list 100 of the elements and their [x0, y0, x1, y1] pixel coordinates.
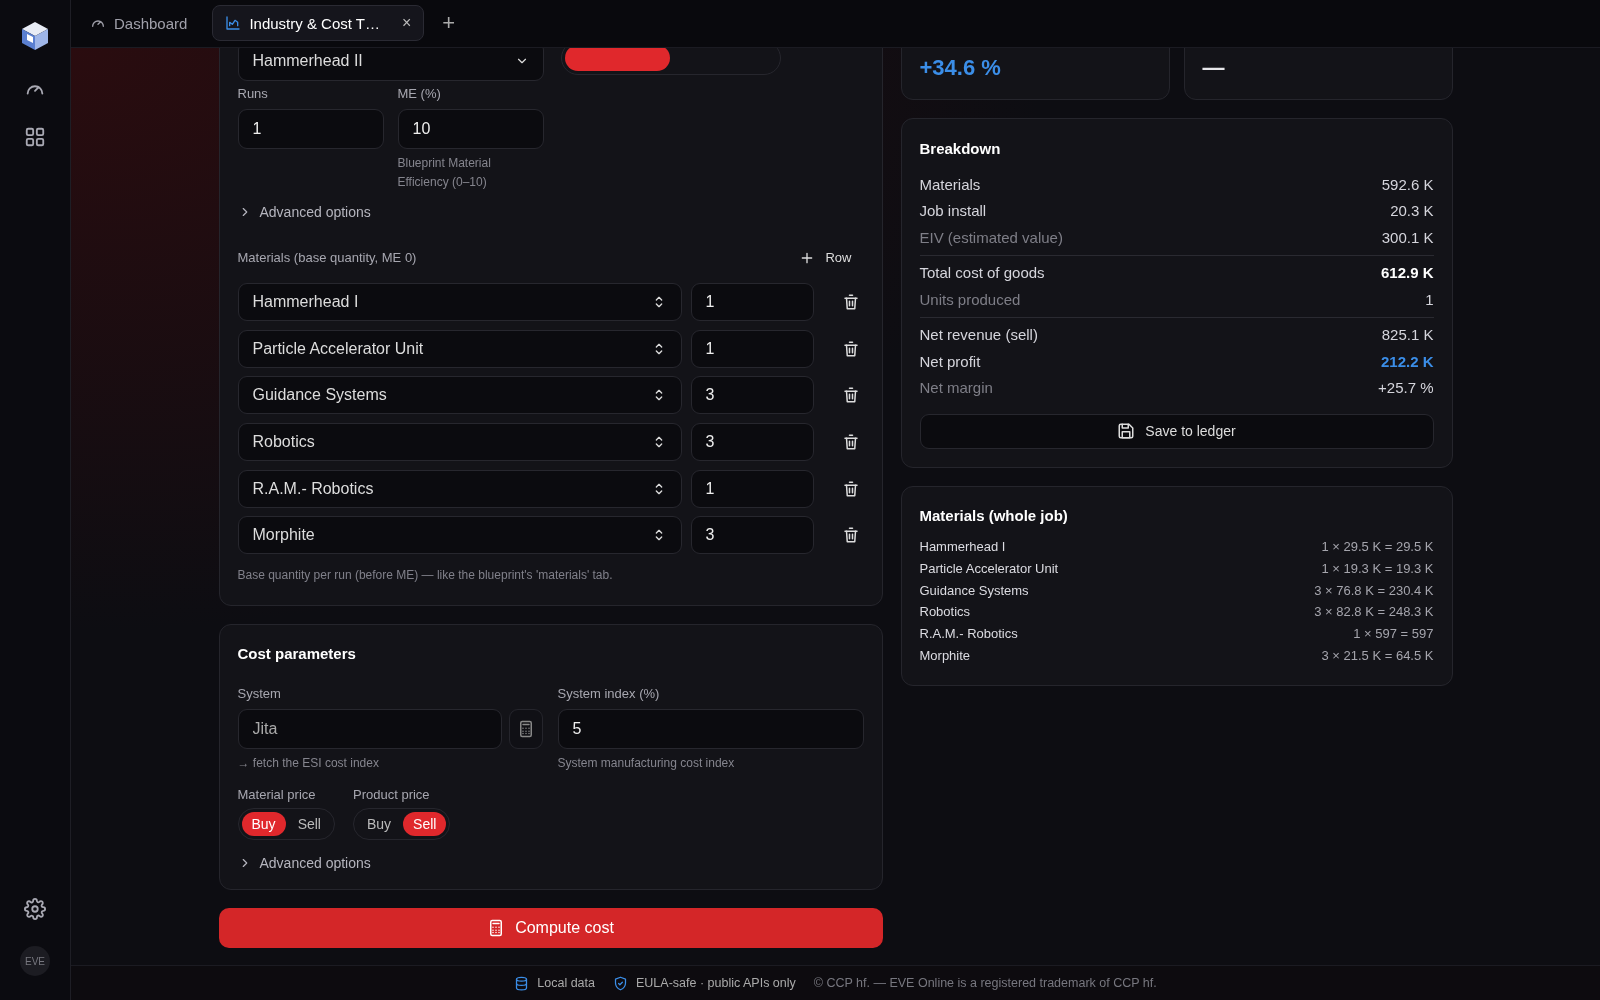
breakdown-label: Units produced [919, 289, 1021, 310]
materials-note: Base quantity per run (before ME) — like the blueprint's 'materials' tab. [237, 568, 614, 583]
quantity-field[interactable]: 1 [690, 282, 814, 321]
breakdown-label: Net profit [919, 351, 981, 372]
calculator-button[interactable] [508, 709, 543, 750]
material-name: Robotics [919, 603, 971, 622]
breakdown-value: 825.1 K [1381, 325, 1434, 346]
material-cost: 3 × 82.8 K = 248.3 K [1314, 603, 1434, 622]
chart-icon [225, 15, 242, 32]
material-name: Hammerhead I [919, 537, 1006, 556]
tab[interactable]: Industry & Cost T… × [212, 5, 425, 42]
runs-field[interactable]: 1 [237, 108, 384, 149]
advanced-options-toggle[interactable]: Advanced options [237, 855, 371, 872]
breakdown-value: 212.2 K [1380, 351, 1434, 372]
breakdown-label: Total cost of goods [919, 263, 1045, 284]
cube-logo-icon [19, 20, 51, 52]
field-label: Material price [237, 787, 317, 803]
breakdown-label: Materials [919, 174, 981, 195]
trash-icon [841, 433, 860, 451]
material-cost: 1 × 597 = 597 [1353, 625, 1434, 644]
me-field[interactable]: 10 [397, 108, 544, 149]
advanced-options-toggle[interactable]: Advanced options [237, 203, 371, 220]
new-tab-button[interactable]: + [436, 9, 462, 38]
delete-button[interactable] [841, 433, 860, 451]
material-name: Guidance Systems [919, 581, 1029, 600]
segment-option[interactable] [564, 47, 670, 71]
breakdown-value: +25.7 % [1378, 378, 1434, 399]
trash-icon [841, 339, 860, 358]
section-label: Materials (base quantity, ME 0) [237, 250, 417, 266]
apps-nav-button[interactable] [24, 126, 46, 148]
system-field[interactable]: Jita [237, 709, 502, 750]
footer-text: EULA-safe · public APIs only [636, 976, 796, 990]
breakdown-label: Job install [919, 201, 987, 222]
footer-text: Local data [537, 976, 595, 990]
breakdown-label: EIV (estimated value) [919, 227, 1063, 248]
stat-value: +34.6 % [919, 54, 1001, 81]
breakdown-label: Net margin [919, 378, 993, 399]
grid-icon [24, 126, 46, 148]
delete-button[interactable] [841, 526, 860, 545]
material-select[interactable]: Particle Accelerator Unit [237, 329, 682, 368]
product-select[interactable]: Hammerhead II [237, 47, 544, 81]
trash-icon [841, 526, 860, 545]
field-label: Product price [353, 787, 431, 803]
field-hint: → fetch the ESI cost index [237, 755, 380, 773]
settings-button[interactable] [24, 898, 46, 920]
add-row-button[interactable]: Row [799, 249, 852, 266]
database-icon [514, 975, 530, 991]
segment-option[interactable]: Sell [287, 812, 331, 837]
material-name: Morphite [919, 646, 971, 665]
breakdown-label: Net revenue (sell) [919, 325, 1038, 346]
delete-button[interactable] [841, 292, 860, 311]
card-title: Cost parameters [237, 645, 357, 663]
material-select[interactable]: Morphite [237, 516, 682, 555]
tab[interactable]: Dashboard [77, 5, 201, 42]
field-hint: System manufacturing cost index [557, 755, 736, 773]
footer-text: © CCP hf. — EVE Online is a registered trademark of CCP hf. [813, 976, 1157, 990]
user-avatar[interactable]: EVE [20, 946, 50, 976]
segment-option[interactable]: Buy [241, 812, 286, 837]
material-name: Particle Accelerator Unit [919, 559, 1059, 578]
breakdown-value: 1 [1425, 289, 1434, 310]
material-select[interactable]: Guidance Systems [237, 376, 682, 415]
card-title: Breakdown [919, 139, 1002, 157]
material-cost: 1 × 19.3 K = 19.3 K [1321, 559, 1434, 578]
field-hint: Blueprint Material Efficiency (0–10) [397, 154, 492, 191]
segment-option[interactable]: Buy [357, 812, 402, 837]
settings-icon [24, 898, 46, 920]
compute-button[interactable]: Compute cost [218, 908, 883, 949]
quantity-field[interactable]: 3 [690, 516, 814, 555]
delete-button[interactable] [841, 386, 860, 405]
delete-button[interactable] [841, 479, 860, 498]
quantity-field[interactable]: 3 [690, 376, 814, 415]
segment-option[interactable]: Sell [403, 812, 447, 837]
quantity-field[interactable]: 1 [690, 329, 814, 368]
quantity-field[interactable]: 3 [690, 423, 814, 461]
breakdown-value: 300.1 K [1381, 227, 1434, 248]
material-select[interactable]: R.A.M.- Robotics [237, 469, 682, 508]
material-select[interactable]: Hammerhead I [237, 282, 682, 321]
save-button[interactable]: Save to ledger [919, 413, 1434, 449]
shield-icon [613, 975, 628, 991]
trash-icon [841, 292, 860, 311]
material-cost: 1 × 29.5 K = 29.5 K [1321, 537, 1434, 556]
stat-value: — [1202, 54, 1225, 81]
system-index-field[interactable]: 5 [557, 709, 864, 750]
material-cost: 3 × 21.5 K = 64.5 K [1321, 646, 1434, 665]
breakdown-value: 20.3 K [1390, 201, 1434, 222]
trash-icon [841, 479, 860, 498]
trash-icon [841, 386, 860, 405]
field-label: System [237, 686, 282, 702]
breakdown-value: 612.9 K [1380, 263, 1434, 284]
material-cost: 3 × 76.8 K = 230.4 K [1314, 581, 1434, 600]
material-select[interactable]: Robotics [237, 423, 682, 461]
material-name: R.A.M.- Robotics [919, 625, 1018, 644]
close-icon[interactable]: × [402, 14, 412, 33]
field-label: Runs [237, 85, 269, 101]
breakdown-value: 592.6 K [1381, 174, 1434, 195]
card-title: Materials (whole job) [919, 506, 1069, 524]
delete-button[interactable] [841, 339, 860, 358]
quantity-field[interactable]: 1 [690, 469, 814, 508]
field-label: ME (%) [397, 85, 442, 101]
field-label: System index (%) [557, 686, 661, 702]
